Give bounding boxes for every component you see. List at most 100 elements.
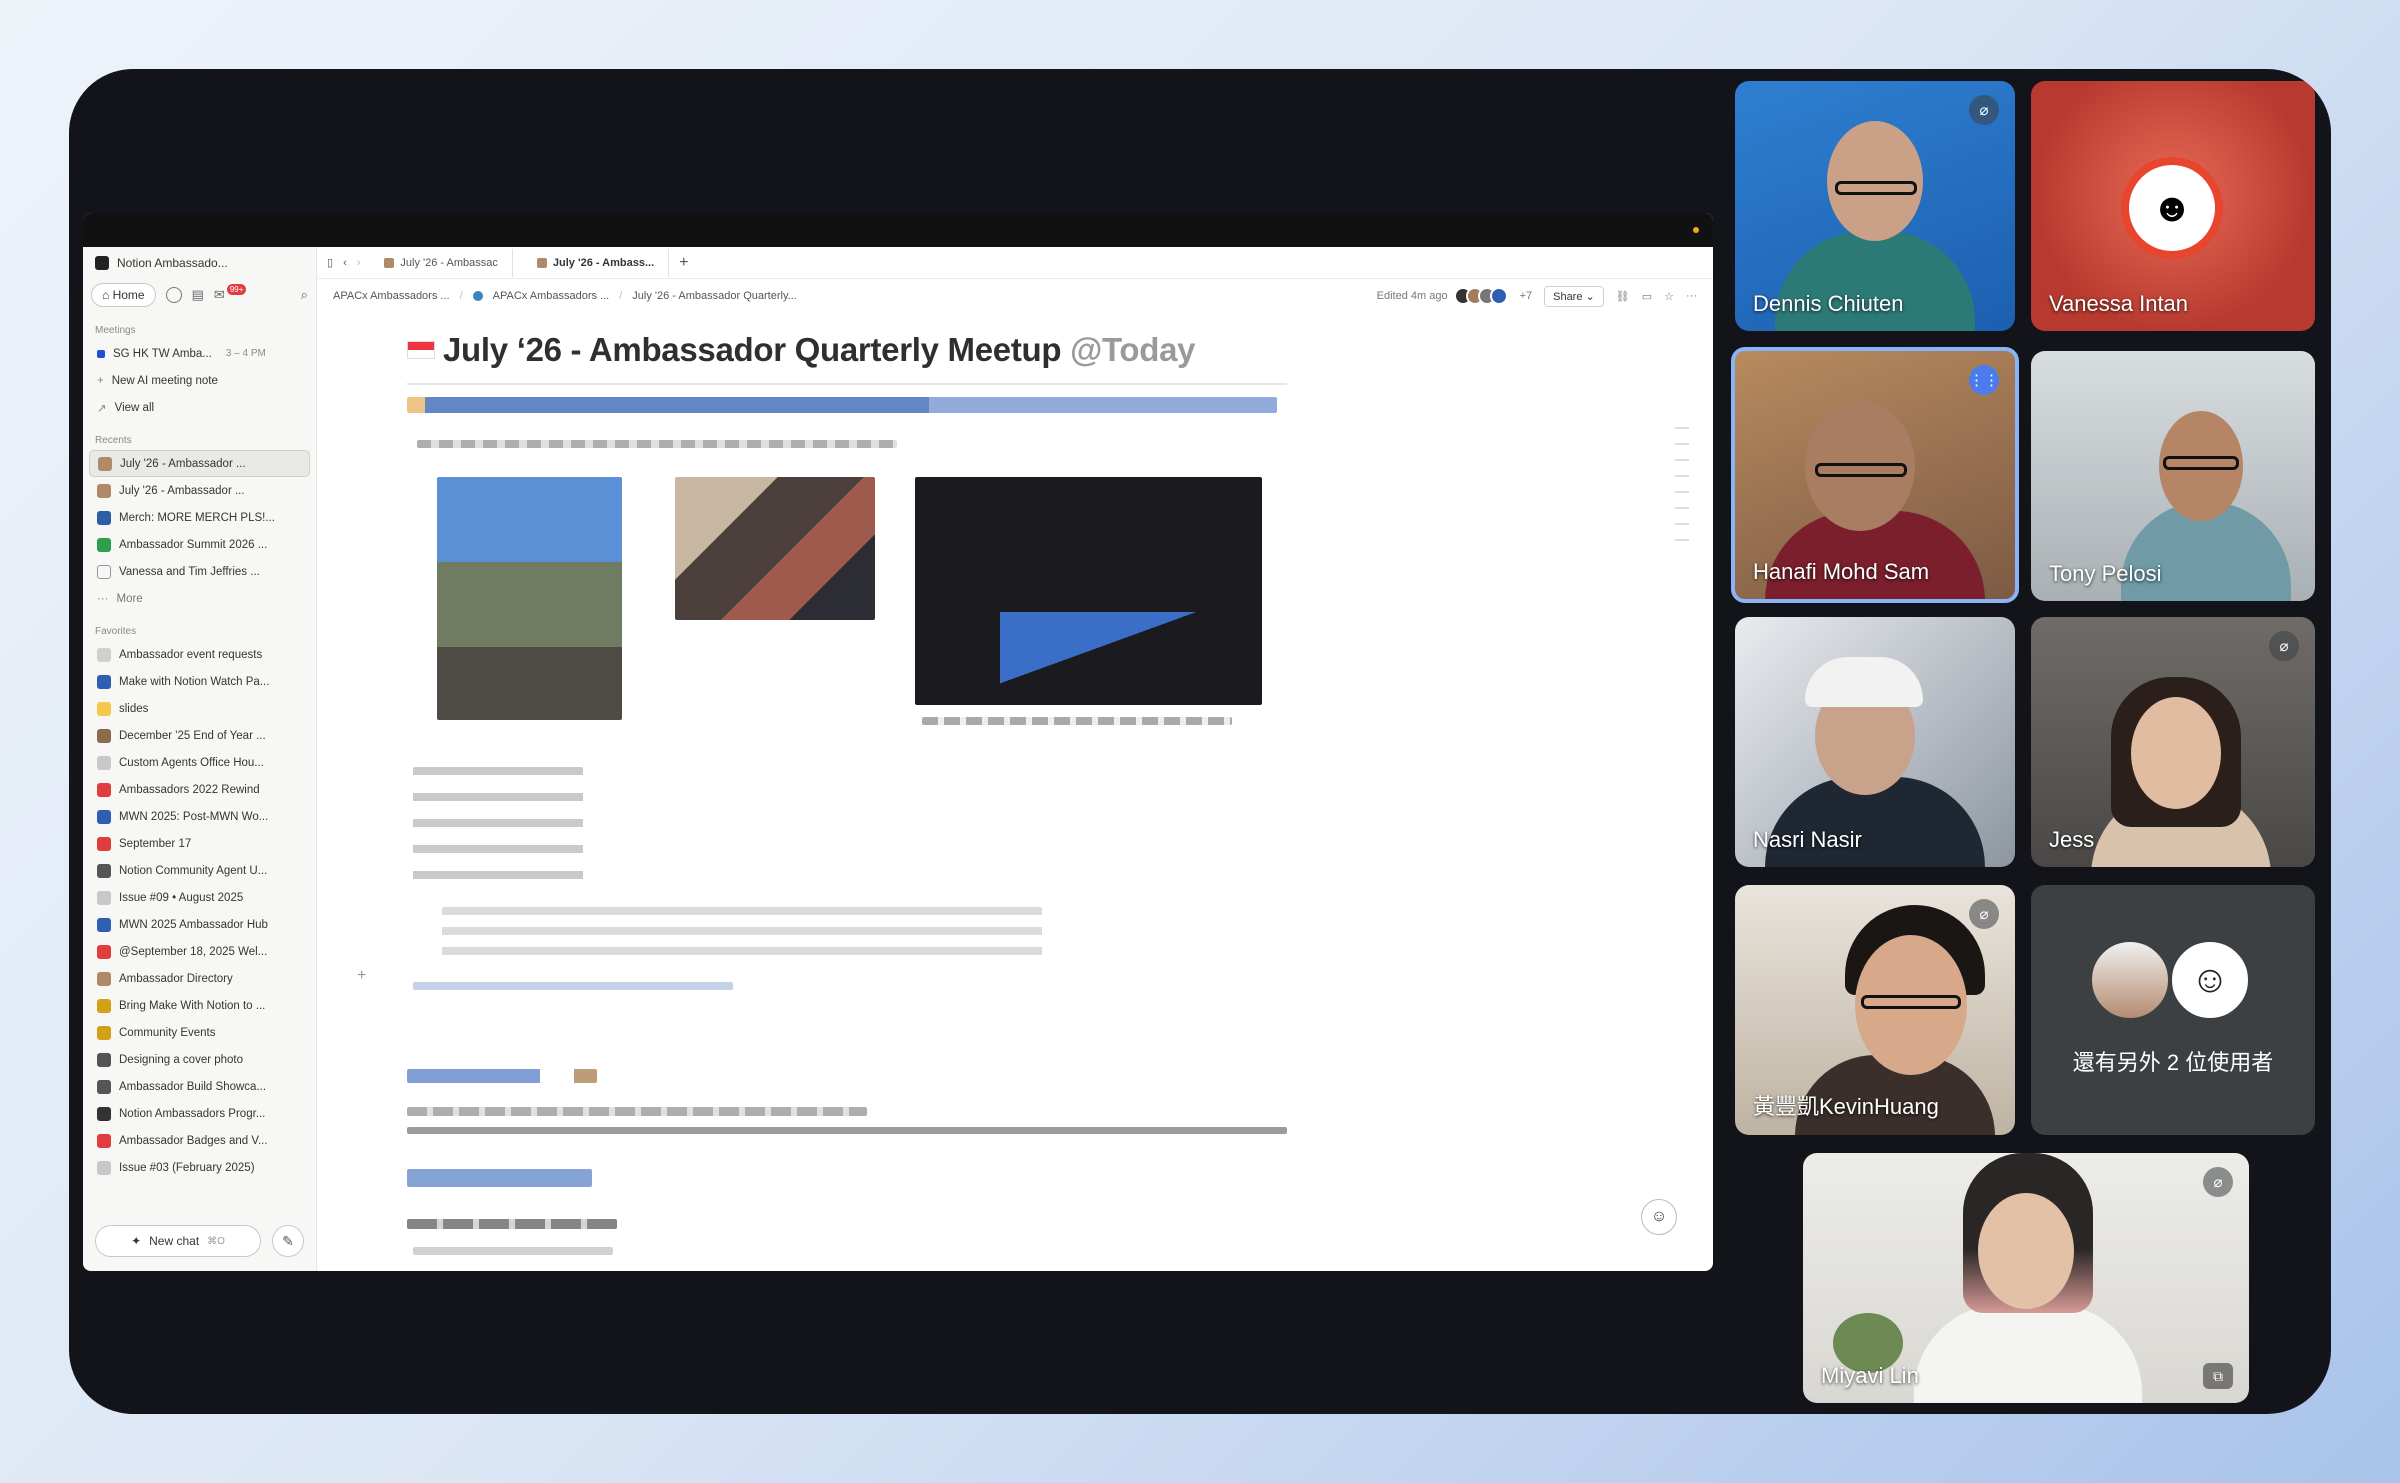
- page-icon: [97, 944, 111, 959]
- new-ai-meeting-note[interactable]: + New AI meeting note: [83, 367, 316, 394]
- avatar: ☺: [2169, 939, 2251, 1021]
- comment-icon[interactable]: ▭: [1642, 290, 1652, 303]
- participant-tile[interactable]: ⋮⋮ Hanafi Mohd Sam: [1731, 347, 2019, 603]
- favorites-title: Favorites: [95, 626, 137, 637]
- recent-item[interactable]: Merch: MORE MERCH PLS!...: [83, 504, 316, 531]
- favorite-item[interactable]: Make with Notion Watch Pa...: [83, 668, 316, 695]
- home-button[interactable]: ⌂ Home: [91, 283, 156, 307]
- favorite-item[interactable]: Ambassador Directory: [83, 965, 316, 992]
- participant-tile[interactable]: ☻ Vanessa Intan: [2031, 81, 2315, 331]
- glasses: [2163, 456, 2239, 470]
- sidebar-toggle-icon[interactable]: ▯: [327, 256, 333, 269]
- favorite-item[interactable]: December '25 End of Year ...: [83, 722, 316, 749]
- inbox-icon[interactable]: ✉: [214, 287, 225, 303]
- favorite-item[interactable]: Notion Ambassadors Progr...: [83, 1100, 316, 1127]
- participant-tile[interactable]: ⌀ Dennis Chiuten: [1735, 81, 2015, 331]
- favorite-item[interactable]: Bring Make With Notion to ...: [83, 992, 316, 1019]
- mic-off-icon: ⌀: [2203, 1167, 2233, 1197]
- more-participants-tile[interactable]: ☺ 還有另外 2 位使用者: [2031, 885, 2315, 1135]
- date-mention[interactable]: @Today: [1070, 331, 1195, 368]
- favorite-item[interactable]: Ambassador Badges and V...: [83, 1127, 316, 1154]
- participant-name: Vanessa Intan: [2049, 291, 2189, 316]
- recent-item[interactable]: Ambassador Summit 2026 ...: [83, 531, 316, 558]
- tab-page-2[interactable]: July '26 - Ambass...: [522, 248, 670, 277]
- favorite-item[interactable]: MWN 2025 Ambassador Hub: [83, 911, 316, 938]
- recent-label: Ambassador Summit 2026 ...: [119, 538, 268, 551]
- breadcrumb: APACx Ambassadors ... / APACx Ambassador…: [317, 279, 1713, 313]
- favorite-item[interactable]: slides: [83, 695, 316, 722]
- flag-icon: [407, 341, 435, 359]
- participant-video: [1913, 1303, 2143, 1403]
- more-participants-label: 還有另外 2 位使用者: [2072, 1050, 2274, 1075]
- favorite-item[interactable]: Issue #03 (February 2025): [83, 1154, 316, 1181]
- recents-more[interactable]: ··· More: [83, 585, 316, 612]
- checkbox-icon: [97, 537, 111, 552]
- more-icon[interactable]: ···: [1686, 290, 1697, 302]
- favorite-item[interactable]: Ambassador event requests: [83, 641, 316, 668]
- page-icon: [97, 971, 111, 986]
- participant-tile[interactable]: Tony Pelosi: [2031, 351, 2315, 601]
- recent-item[interactable]: July '26 - Ambassador ...: [89, 450, 310, 477]
- participant-tile[interactable]: ⌀ Jess: [2031, 617, 2315, 867]
- plus-icon: +: [97, 374, 104, 387]
- page-icon: [97, 917, 111, 932]
- pip-icon[interactable]: ⧉: [2203, 1363, 2233, 1389]
- meeting-item[interactable]: SG HK TW Amba... 3 – 4 PM: [83, 340, 316, 367]
- notion-sidebar: Notion Ambassado... ⌂ Home ▤ ✉ 99+ ⌕ Mee…: [83, 247, 317, 1271]
- favorite-item[interactable]: Custom Agents Office Hou...: [83, 749, 316, 776]
- forward-icon[interactable]: ›: [357, 257, 361, 269]
- new-chat-label: New chat: [149, 1234, 200, 1248]
- screenshot-chart: [1000, 612, 1230, 687]
- favorite-item[interactable]: Ambassadors 2022 Rewind: [83, 776, 316, 803]
- recent-item[interactable]: Vanessa and Tim Jeffries ...: [83, 558, 316, 585]
- new-chat-button[interactable]: ✦ New chat ⌘O: [95, 1225, 261, 1257]
- favorite-item[interactable]: September 17: [83, 830, 316, 857]
- participant-tile[interactable]: Nasri Nasir: [1735, 617, 2015, 867]
- tab-page-1[interactable]: July '26 - Ambassac: [370, 248, 513, 277]
- star-icon[interactable]: ☆: [1664, 290, 1674, 303]
- view-all-meetings[interactable]: ↗ View all: [83, 394, 316, 421]
- favorite-item[interactable]: Designing a cover photo: [83, 1046, 316, 1073]
- notion-ai-icon[interactable]: ☺: [1641, 1199, 1677, 1235]
- add-block-icon[interactable]: +: [357, 967, 366, 985]
- page-icon: [97, 728, 111, 743]
- favorite-item[interactable]: @September 18, 2025 Wel...: [83, 938, 316, 965]
- favorite-item[interactable]: Ambassador Build Showca...: [83, 1073, 316, 1100]
- blurred-bullets: [413, 767, 583, 887]
- tab-bar: ▯ ‹ › July '26 - Ambassac July '26 - Amb…: [317, 247, 1713, 279]
- avatar: [1489, 287, 1508, 305]
- workspace-header[interactable]: Notion Ambassado...: [83, 247, 316, 279]
- search-icon[interactable]: ⌕: [301, 287, 308, 303]
- favorite-item[interactable]: Notion Community Agent U...: [83, 857, 316, 884]
- page-outline[interactable]: [1675, 427, 1689, 555]
- favorite-item[interactable]: Community Events: [83, 1019, 316, 1046]
- meeting-time: 3 – 4 PM: [225, 348, 266, 359]
- favorite-item[interactable]: Issue #09 • August 2025: [83, 884, 316, 911]
- back-icon[interactable]: ‹: [343, 257, 347, 269]
- participant-tile[interactable]: ⌀ 黃豐凱KevinHuang: [1735, 885, 2015, 1135]
- recent-item[interactable]: July '26 - Ambassador ...: [83, 477, 316, 504]
- page-icon: [97, 1052, 111, 1067]
- participant-name: Jess: [2049, 827, 2095, 852]
- blurred-link: [413, 982, 733, 990]
- notes-icon[interactable]: ▤: [192, 287, 204, 303]
- collaborator-avatars[interactable]: [1453, 287, 1508, 305]
- blurred-heading: [407, 397, 1277, 413]
- link-icon[interactable]: ⛓: [1616, 290, 1630, 303]
- favorite-item[interactable]: MWN 2025: Post-MWN Wo...: [83, 803, 316, 830]
- blurred-line: [413, 1247, 613, 1255]
- breadcrumb-item[interactable]: APACx Ambassadors ...: [333, 290, 450, 302]
- breadcrumb-item[interactable]: July '26 - Ambassador Quarterly...: [632, 290, 797, 302]
- share-button[interactable]: Share ⌄: [1544, 285, 1604, 307]
- chat-icon[interactable]: [165, 287, 182, 303]
- participant-tile[interactable]: ⌀ ⧉ Miyavi Lin: [1803, 1153, 2249, 1403]
- breadcrumb-item[interactable]: APACx Ambassadors ...: [493, 290, 610, 302]
- favorite-label: MWN 2025: Post-MWN Wo...: [119, 810, 269, 823]
- compose-icon[interactable]: ✎: [272, 1225, 304, 1257]
- page-icon: [536, 257, 547, 268]
- new-tab-icon[interactable]: +: [679, 254, 688, 272]
- new-chat-shortcut: ⌘O: [207, 1235, 225, 1247]
- sparkle-icon: ✦: [131, 1234, 142, 1248]
- speaking-indicator-icon: ⋮⋮: [1969, 365, 1999, 395]
- page-icon: [97, 1079, 111, 1094]
